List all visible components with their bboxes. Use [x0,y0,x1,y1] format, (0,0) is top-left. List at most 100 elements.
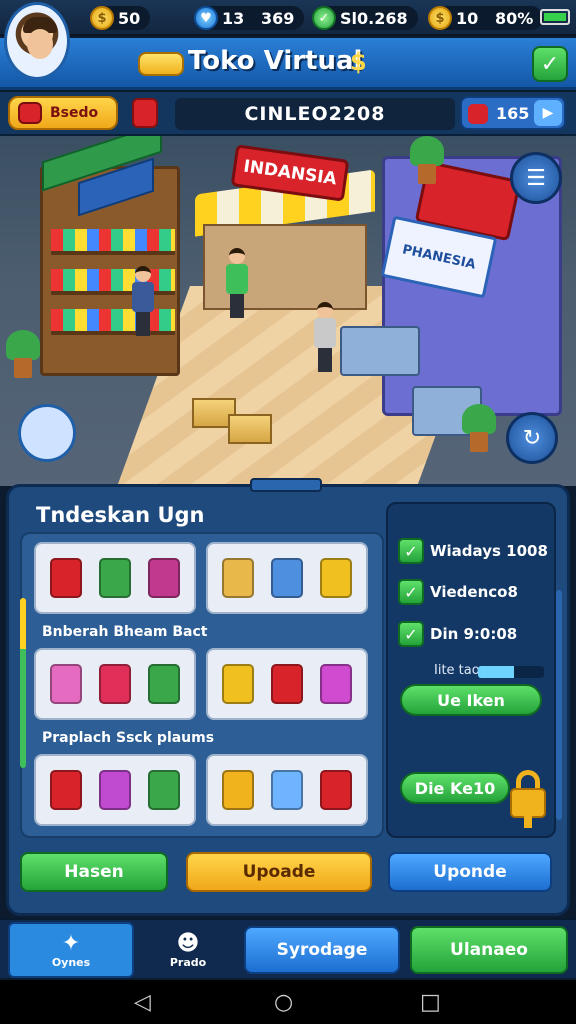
gold-stat: $10 80% [428,5,544,31]
check-icon: ✓ [540,51,560,77]
gold-bar-icon [138,52,184,76]
item-card[interactable] [34,648,196,720]
cardboard-box[interactable] [228,414,272,444]
product-icon [98,770,131,810]
indonesia-stall[interactable]: INDANSIA [195,144,375,312]
product-icon [50,770,83,810]
menu-icon: ☰ [526,165,546,191]
product-icon [319,558,352,598]
category-label: Praplach Ssck plaums [42,730,215,746]
person-icon: ☻ [176,930,200,956]
battery-percent: 80% [494,8,534,28]
nav-tab-label: Prado [169,955,207,969]
panel-handle[interactable] [250,478,322,492]
plant-decoration [6,330,40,380]
status-bar: $50 ♥ 13 369 ✓ Sl0.268 $10 80% [0,0,576,36]
shelf-row [51,269,175,295]
unlock-button[interactable]: Die Ke10 [400,772,510,804]
item-card[interactable] [34,542,196,614]
upgrade-alt-button[interactable]: Uponde [388,852,552,892]
gold-value: 10 [456,8,479,28]
back-icon[interactable]: ◁ [134,990,151,1015]
category-label: Bnberah Bheam Bact [42,624,208,640]
checkbox-icon[interactable]: ✓ [398,621,424,647]
padlock-icon [510,770,546,828]
coin-icon: $ [90,6,114,30]
shelf-row [51,309,175,335]
player-avatar[interactable] [4,2,70,80]
product-icon [147,770,180,810]
refresh-button[interactable]: ↻ [506,412,558,464]
arrow-right-icon[interactable]: ▶ [534,100,562,126]
nav-tab-profile[interactable]: ☻ Prado [140,922,236,978]
box-icon [468,104,488,124]
coins-value: 50 [118,8,141,28]
nav-tab-label: Oynes [51,955,91,969]
nav-upgrade-button[interactable]: Syrodage [244,926,400,974]
recents-icon[interactable]: □ [420,990,441,1015]
plant-decoration [462,404,496,454]
product-icon [98,558,131,598]
product-icon [222,664,255,704]
upgrade-button[interactable]: Upoade [186,852,372,892]
item-card[interactable] [206,754,368,826]
shop-badge-label: Bsedo [50,105,99,121]
store-id: CINLEO2208 [175,98,455,130]
scrollbar[interactable] [556,590,562,820]
inventory-stat[interactable]: 165 ▶ [460,96,566,130]
inventory-value: 165 [496,103,530,123]
progress-fill [478,666,515,678]
nav-confirm-button[interactable]: Ulanaeo [410,926,568,974]
product-icon [319,664,352,704]
confirm-button[interactable]: ✓ [532,46,568,82]
menu-button[interactable]: ☰ [510,152,562,204]
product-icon [270,558,303,598]
shop-icon [18,102,42,124]
gems-total-value: 369 [260,8,295,28]
avatar-face [27,29,53,59]
nav-tab-home[interactable]: ✦ Oynes [8,922,134,978]
refresh-icon: ↻ [522,425,542,451]
customer-npc[interactable] [312,302,338,372]
home-icon[interactable]: ○ [274,990,293,1015]
plant-decoration [410,136,444,186]
checkbox-icon[interactable]: ✓ [398,579,424,605]
product-icon [50,558,83,598]
item-card[interactable] [34,754,196,826]
task-progress [478,666,544,678]
battery-icon [540,9,570,25]
task-row[interactable]: ✓ Viedenco8 [398,579,518,605]
task-label: Wiadays 1008 [430,542,548,560]
item-card[interactable] [206,648,368,720]
heart-icon: ♥ [194,6,218,30]
gems-stat: ♥ 13 369 [194,5,305,31]
product-icon [50,664,83,704]
display-counter[interactable] [340,326,420,376]
side-action-button[interactable]: Ue Iken [400,684,542,716]
hasten-button[interactable]: Hasen [20,852,168,892]
title-banner: Toko Virtual $ ✓ [0,38,576,90]
bottom-nav: ✦ Oynes ☻ Prado Syrodage Ulanaeo [0,918,576,978]
shopkeeper-npc[interactable] [130,266,156,336]
dollar-icon: $ [350,48,367,76]
product-icon [147,664,180,704]
store-scene: INDANSIA PHANESIA ☰ ↻ [0,136,576,486]
task-row[interactable]: ✓ Din 9:0:08 [398,621,517,647]
page-title: Toko Virtual [188,46,363,76]
panel-title: Tndeskan Ugn [36,503,205,527]
checkbox-icon[interactable]: ✓ [398,538,424,564]
bag-icon [132,98,158,128]
cash-value: Sl0.268 [340,8,408,28]
task-row[interactable]: ✓ Wiadays 1008 [398,538,548,564]
task-label: Viedenco8 [430,583,518,601]
system-nav-bar: ◁ ○ □ [0,980,576,1024]
product-icon [98,664,131,704]
cashier-avatar[interactable] [18,404,76,462]
item-card[interactable] [206,542,368,614]
cash-stat: ✓ Sl0.268 [312,5,418,31]
gold-coin-icon: $ [428,6,452,30]
gems-value: 13 [222,8,245,28]
product-icon [222,770,255,810]
shop-badge-button[interactable]: Bsedo [8,96,118,130]
shopper-npc[interactable] [224,248,250,318]
